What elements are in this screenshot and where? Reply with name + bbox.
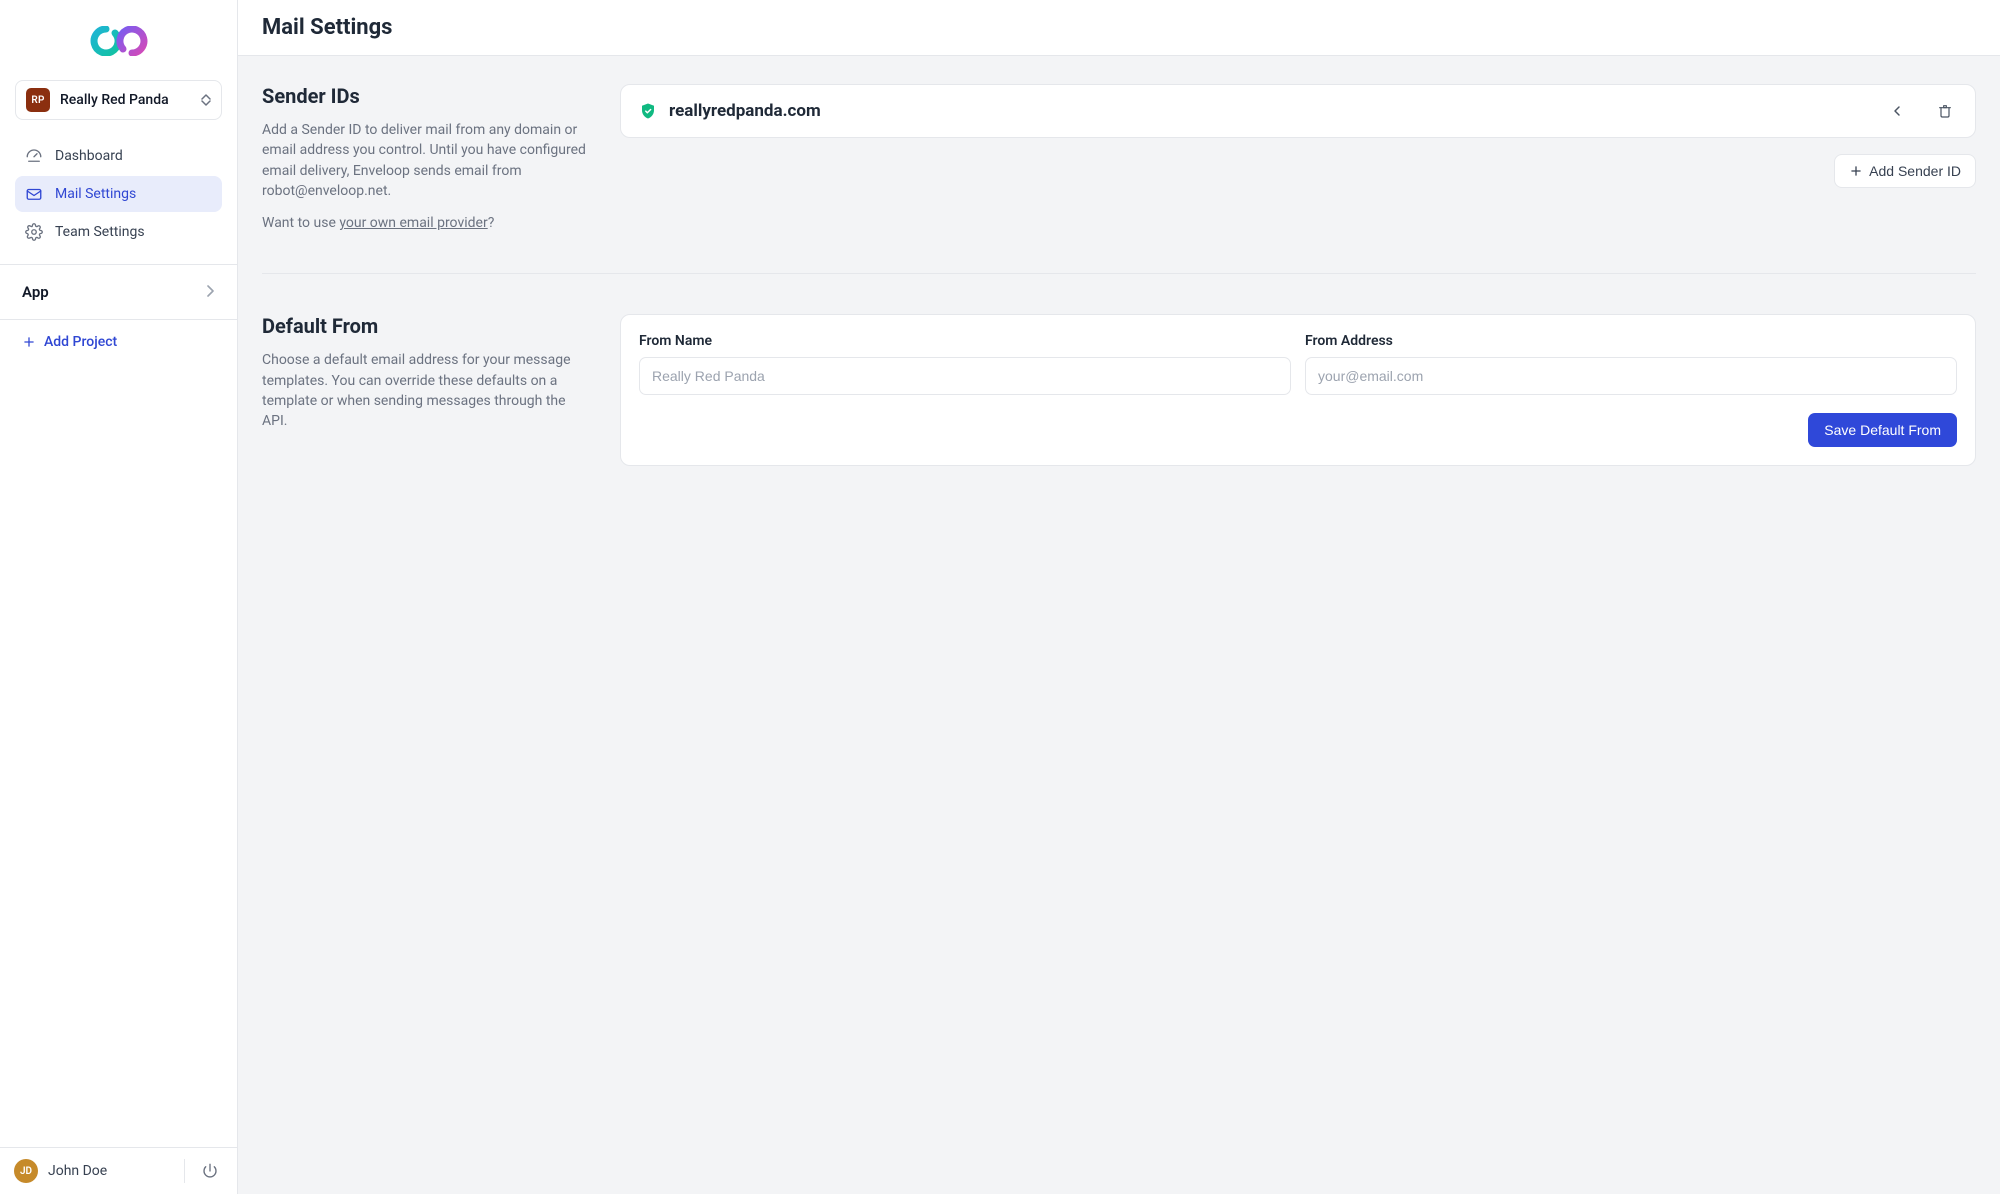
plus-icon (22, 335, 36, 349)
section-description: Add a Sender ID to deliver mail from any… (262, 120, 592, 201)
section-info: Default From Choose a default email addr… (262, 314, 592, 431)
section-info: Sender IDs Add a Sender ID to deliver ma… (262, 84, 592, 233)
nav-label: Mail Settings (55, 186, 136, 202)
sender-back-button[interactable] (1885, 99, 1909, 123)
enveloop-logo-icon (88, 26, 150, 56)
card-actions: Save Default From (639, 413, 1957, 447)
sender-id-row: reallyredpanda.com (620, 84, 1976, 138)
sidebar-bottom: JD John Doe (0, 1147, 237, 1194)
from-address-label: From Address (1305, 333, 1957, 349)
field-row: From Name From Address (639, 333, 1957, 395)
project-switcher[interactable]: RP Really Red Panda (15, 80, 222, 120)
provider-suffix: ? (488, 215, 495, 231)
gear-icon (25, 223, 43, 241)
project-badge: RP (26, 88, 50, 112)
sender-actions (1885, 99, 1957, 123)
add-sender-label: Add Sender ID (1869, 163, 1961, 179)
nav-label: Dashboard (55, 148, 123, 164)
user-menu[interactable]: JD John Doe (14, 1159, 107, 1183)
sender-left: reallyredpanda.com (639, 101, 821, 121)
nav-team-settings[interactable]: Team Settings (15, 214, 222, 250)
logout-button[interactable] (197, 1158, 223, 1184)
section-title: Default From (262, 314, 592, 338)
divider (262, 273, 1976, 274)
sender-domain: reallyredpanda.com (669, 101, 821, 121)
sender-delete-button[interactable] (1933, 99, 1957, 123)
avatar: JD (14, 1159, 38, 1183)
add-project-label: Add Project (44, 334, 117, 350)
nav-label: Team Settings (55, 224, 145, 240)
project-name: Really Red Panda (60, 92, 169, 108)
section-sender-ids: Sender IDs Add a Sender ID to deliver ma… (262, 84, 1976, 233)
provider-prefix: Want to use (262, 215, 339, 231)
add-project-button[interactable]: Add Project (0, 320, 237, 364)
section-body: From Name From Address Save Default From (620, 314, 1976, 466)
from-name-input[interactable] (639, 357, 1291, 395)
nav-dashboard[interactable]: Dashboard (15, 138, 222, 174)
add-sender-id-button[interactable]: Add Sender ID (1834, 154, 1976, 188)
section-title: Sender IDs (262, 84, 592, 108)
save-default-from-button[interactable]: Save Default From (1808, 413, 1957, 447)
section-description: Choose a default email address for your … (262, 350, 592, 431)
from-address-field: From Address (1305, 333, 1957, 395)
from-address-input[interactable] (1305, 357, 1957, 395)
logo (0, 20, 237, 80)
section-label: App (22, 283, 49, 301)
topbar: Mail Settings (238, 0, 2000, 56)
trash-icon (1937, 103, 1953, 119)
sidebar: RP Really Red Panda Dashboard (0, 0, 238, 1194)
sidebar-top: RP Really Red Panda Dashboard (0, 0, 237, 364)
section-body: reallyredpanda.com (620, 84, 1976, 188)
power-icon (201, 1162, 219, 1180)
add-sender-row: Add Sender ID (620, 154, 1976, 188)
section-default-from: Default From Choose a default email addr… (262, 314, 1976, 466)
provider-prompt: Want to use your own email provider? (262, 213, 592, 233)
plus-icon (1849, 164, 1863, 178)
default-from-card: From Name From Address Save Default From (620, 314, 1976, 466)
chevron-up-down-icon (201, 94, 211, 106)
divider (184, 1159, 185, 1183)
own-provider-link[interactable]: your own email provider (339, 215, 487, 231)
from-name-label: From Name (639, 333, 1291, 349)
envelope-icon (25, 185, 43, 203)
user-name: John Doe (48, 1163, 107, 1179)
gauge-icon (25, 147, 43, 165)
content: Sender IDs Add a Sender ID to deliver ma… (238, 56, 2000, 494)
main: Mail Settings Sender IDs Add a Sender ID… (238, 0, 2000, 1194)
from-name-field: From Name (639, 333, 1291, 395)
chevron-right-icon (205, 283, 215, 301)
sidebar-bottom-right (184, 1158, 223, 1184)
sidebar-nav: Dashboard Mail Settings Team Settings (0, 138, 237, 250)
sidebar-section-app[interactable]: App (0, 265, 237, 320)
page-title: Mail Settings (262, 15, 1976, 40)
nav-mail-settings[interactable]: Mail Settings (15, 176, 222, 212)
shield-check-icon (639, 102, 657, 120)
chevron-left-icon (1889, 103, 1905, 119)
